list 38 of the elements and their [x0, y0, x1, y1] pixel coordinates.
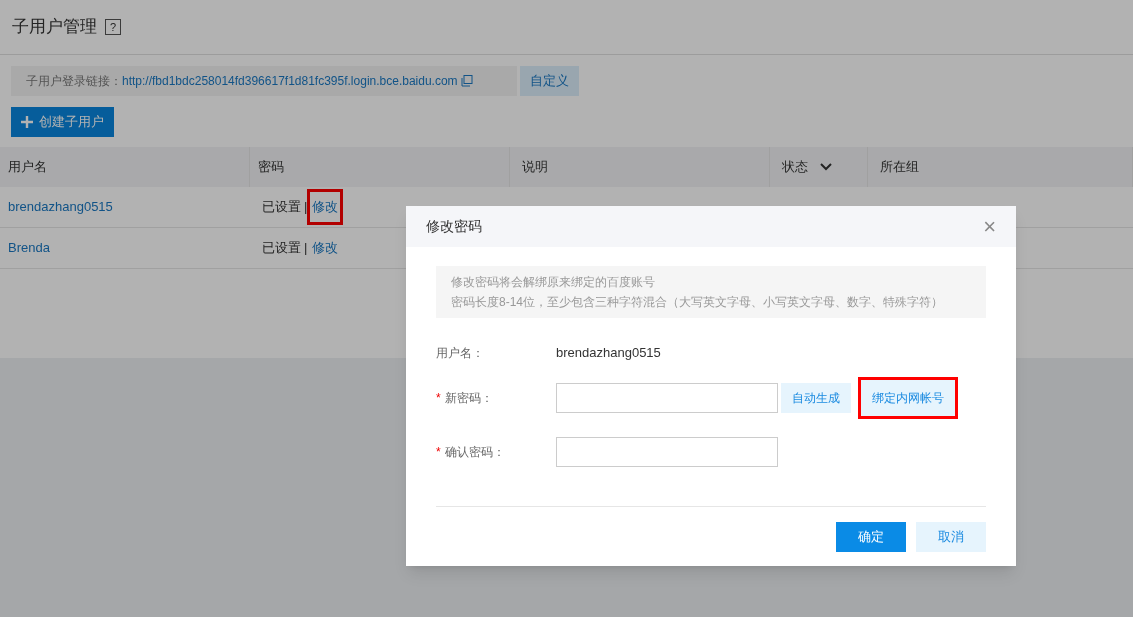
required-mark: *: [436, 390, 441, 407]
create-user-button[interactable]: 创建子用户: [11, 107, 114, 137]
cancel-button[interactable]: 取消: [916, 522, 986, 552]
column-header[interactable]: 状态: [770, 147, 868, 187]
username-link[interactable]: Brenda: [8, 240, 50, 256]
password-field[interactable]: [556, 437, 778, 467]
password-status: 已设置: [262, 198, 301, 217]
page-title: 子用户管理: [12, 16, 97, 39]
notice-text: 修改密码将会解绑原来绑定的百度账号: [451, 274, 656, 291]
separator: |: [304, 239, 308, 258]
chevron-down-icon[interactable]: [820, 163, 832, 171]
column-header: 用户名: [0, 147, 250, 187]
password-status: 已设置: [262, 239, 301, 258]
notice-text: 密码长度8-14位，至少包含三种字符混合（大写英文字母、小写英文字母、数字、特殊字符）: [451, 294, 945, 311]
field-label: 确认密码：: [444, 444, 505, 461]
help-icon[interactable]: ?: [105, 19, 121, 35]
plus-icon: [21, 116, 33, 128]
field-button[interactable]: 绑定内网帐号: [861, 380, 955, 416]
close-button[interactable]: ×: [983, 215, 996, 238]
username-value: brendazhang0515: [556, 344, 661, 363]
field-label: 用户名：: [436, 345, 485, 362]
required-mark: *: [436, 444, 441, 461]
confirm-button[interactable]: 确定: [836, 522, 906, 552]
login-link-label: 子用户登录链接：: [26, 73, 122, 90]
separator: |: [304, 198, 308, 217]
dialog-title: 修改密码: [426, 217, 482, 236]
column-header: 说明: [510, 147, 770, 187]
column-header: 所在组: [868, 147, 1133, 187]
password-field[interactable]: [556, 383, 778, 413]
field-button[interactable]: 自动生成: [781, 383, 851, 413]
edit-link[interactable]: 修改: [310, 238, 341, 258]
copy-icon[interactable]: [460, 75, 473, 87]
customize-button[interactable]: 自定义: [520, 66, 579, 96]
username-link[interactable]: brendazhang0515: [8, 199, 113, 215]
field-label: 新密码：: [444, 390, 493, 407]
login-link[interactable]: http://fbd1bdc258014fd396617f1d81fc395f.login.bce.baidu.com: [122, 72, 458, 90]
edit-link[interactable]: 修改: [310, 192, 341, 222]
column-header: 密码: [250, 147, 510, 187]
